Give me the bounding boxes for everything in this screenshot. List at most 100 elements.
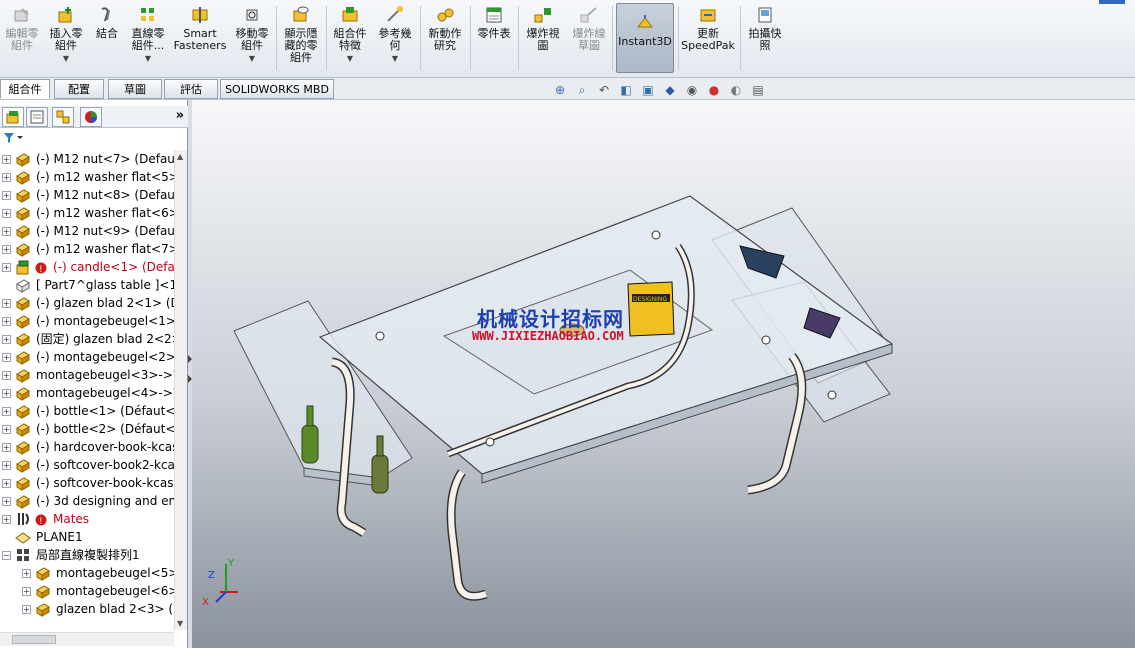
expand-icon[interactable]: + — [2, 245, 11, 254]
display-manager-tab[interactable] — [80, 107, 102, 127]
bolt[interactable] — [651, 230, 661, 240]
tree-item[interactable]: +! Mates — [0, 510, 174, 528]
expand-icon[interactable]: + — [2, 353, 11, 362]
feature-manager-tab[interactable] — [2, 107, 24, 127]
chevron-down-icon[interactable]: ▼ — [63, 53, 69, 65]
scroll-up-icon[interactable]: ▲ — [177, 152, 183, 161]
explode-line-sketch-button[interactable]: 爆炸線 草圖 — [568, 4, 610, 74]
linear-pattern-button[interactable]: 直線零 組件... ▼ — [126, 4, 170, 74]
tree-item[interactable]: PLANE1 — [0, 528, 174, 546]
expand-icon[interactable]: + — [2, 371, 11, 380]
zoom-to-fit-icon[interactable]: ⊕ — [552, 82, 568, 98]
expand-icon[interactable]: + — [2, 227, 11, 236]
configuration-manager-tab[interactable] — [52, 107, 74, 127]
show-hidden-components-button[interactable]: 顯示隱 藏的零 組件 — [280, 4, 322, 74]
chevron-down-icon[interactable]: ▼ — [347, 53, 353, 65]
tree-item[interactable]: + (-) M12 nut<7> (Default — [0, 150, 174, 168]
scroll-thumb[interactable] — [12, 635, 56, 644]
tree-item[interactable]: + glazen blad 2<3> (D — [0, 600, 174, 618]
bill-of-materials-button[interactable]: 零件表 — [474, 4, 514, 74]
tree-item[interactable]: + montagebeugel<3>->? — [0, 366, 174, 384]
scroll-down-icon[interactable]: ▼ — [177, 619, 183, 628]
tree-item[interactable]: + (-) montagebeugel<1>- — [0, 312, 174, 330]
graphics-viewport[interactable]: ⊕ ⌕ ↶ ◧ ▣ ◆ ◉ ● ◐ ▤ DESIGNING X Y Z 机械设计… — [192, 83, 1135, 648]
tree-item[interactable]: + montagebeugel<5> — [0, 564, 174, 582]
bottle-1[interactable] — [301, 424, 319, 464]
smart-fasteners-button[interactable]: Smart Fasteners — [172, 4, 228, 74]
mate-button[interactable]: 結合 — [90, 4, 124, 74]
new-motion-study-button[interactable]: 新動作 研究 — [424, 4, 466, 74]
bolt[interactable] — [827, 390, 837, 400]
chevron-down-icon[interactable]: ▼ — [145, 53, 151, 65]
expand-icon[interactable]: + — [2, 263, 11, 272]
view-settings-icon[interactable]: ▤ — [750, 82, 766, 98]
tree-item[interactable]: + (-) hardcover-book-kcas — [0, 438, 174, 456]
chevron-down-icon[interactable]: ▼ — [249, 53, 255, 65]
tree-item[interactable]: + (-) bottle<2> (Défaut<< — [0, 420, 174, 438]
hide-show-items-icon[interactable]: ◉ — [684, 82, 700, 98]
tab-solidworks-mbd[interactable]: SOLIDWORKS MBD — [220, 79, 334, 99]
assembly-feature-button[interactable]: 組合件 特徵 ▼ — [330, 4, 370, 74]
expand-icon[interactable]: + — [2, 209, 11, 218]
tree-item[interactable]: − 局部直線複製排列1 — [0, 546, 174, 564]
bottle-2[interactable] — [371, 454, 389, 494]
tree-item[interactable]: + (-) glazen blad 2<1> (D — [0, 294, 174, 312]
tree-horizontal-scrollbar[interactable] — [0, 632, 174, 646]
tree-vertical-scrollbar[interactable]: ▲ ▼ — [174, 150, 187, 630]
tab-configuration[interactable]: 配置 — [54, 79, 104, 99]
tree-item[interactable]: + (-) 3d designing and eng — [0, 492, 174, 510]
tree-item[interactable]: [ Part7^glass table ]<1> — [0, 276, 174, 294]
expand-icon[interactable]: + — [2, 461, 11, 470]
exploded-view-button[interactable]: 爆炸視 圖 — [522, 4, 564, 74]
edit-component-button[interactable]: 編輯零 組件 — [2, 4, 42, 74]
tree-item[interactable]: +! (-) candle<1> (Defau — [0, 258, 174, 276]
reference-geometry-button[interactable]: 參考幾 何 ▼ — [374, 4, 416, 74]
insert-component-button[interactable]: 插入零 組件 ▼ — [46, 4, 86, 74]
expand-icon[interactable]: + — [2, 317, 11, 326]
tree-item[interactable]: + (-) montagebeugel<2>- — [0, 348, 174, 366]
update-speedpak-button[interactable]: 更新 SpeedPak — [680, 4, 736, 74]
tree-item[interactable]: + (固定) glazen blad 2<2> — [0, 330, 174, 348]
tree-item[interactable]: + (-) softcover-book2-kca — [0, 456, 174, 474]
tree-item[interactable]: + (-) m12 washer flat<7> ( — [0, 240, 174, 258]
expand-icon[interactable]: + — [2, 173, 11, 182]
assembly-model[interactable]: DESIGNING X Y Z — [192, 100, 1135, 648]
section-view-icon[interactable]: ◧ — [618, 82, 634, 98]
instant3d-button[interactable]: Instant3D — [616, 3, 674, 73]
bolt[interactable] — [375, 331, 385, 341]
expand-icon[interactable]: + — [2, 443, 11, 452]
tab-evaluate[interactable]: 評估 — [164, 79, 218, 99]
filter-icon[interactable] — [3, 131, 25, 145]
expand-icon[interactable]: + — [22, 587, 31, 596]
tree-item[interactable]: + montagebeugel<6> — [0, 582, 174, 600]
expand-icon[interactable]: + — [2, 497, 11, 506]
expand-icon[interactable]: + — [22, 605, 31, 614]
collapse-icon[interactable]: − — [2, 551, 11, 560]
tree-item[interactable]: + (-) bottle<1> (Défaut<< — [0, 402, 174, 420]
property-manager-tab[interactable] — [26, 107, 48, 127]
display-style-icon[interactable]: ◆ — [662, 82, 678, 98]
expand-icon[interactable]: + — [2, 479, 11, 488]
expand-icon[interactable]: + — [2, 335, 11, 344]
tab-sketch[interactable]: 草圖 — [108, 79, 162, 99]
tree-item[interactable]: + (-) m12 washer flat<6> ( — [0, 204, 174, 222]
expand-icon[interactable]: + — [2, 389, 11, 398]
hardcover-book[interactable] — [627, 281, 675, 337]
expand-icon[interactable]: + — [2, 425, 11, 434]
tree-item[interactable]: + (-) M12 nut<8> (Default — [0, 186, 174, 204]
panel-more-button[interactable]: » — [176, 108, 184, 123]
expand-icon[interactable]: + — [2, 191, 11, 200]
tab-assembly[interactable]: 組合件 — [0, 79, 50, 99]
expand-icon[interactable]: + — [2, 299, 11, 308]
move-component-button[interactable]: 移動零 組件 ▼ — [232, 4, 272, 74]
expand-icon[interactable]: + — [2, 155, 11, 164]
chevron-down-icon[interactable]: ▼ — [392, 53, 398, 65]
view-orientation-icon[interactable]: ▣ — [640, 82, 656, 98]
apply-scene-icon[interactable]: ◐ — [728, 82, 744, 98]
bolt[interactable] — [761, 335, 771, 345]
expand-icon[interactable]: + — [22, 569, 31, 578]
take-snapshot-button[interactable]: 拍攝快 照 — [744, 4, 786, 74]
edit-appearance-icon[interactable]: ● — [706, 82, 722, 98]
bolt[interactable] — [485, 437, 495, 447]
tree-item[interactable]: + montagebeugel<4>->? — [0, 384, 174, 402]
